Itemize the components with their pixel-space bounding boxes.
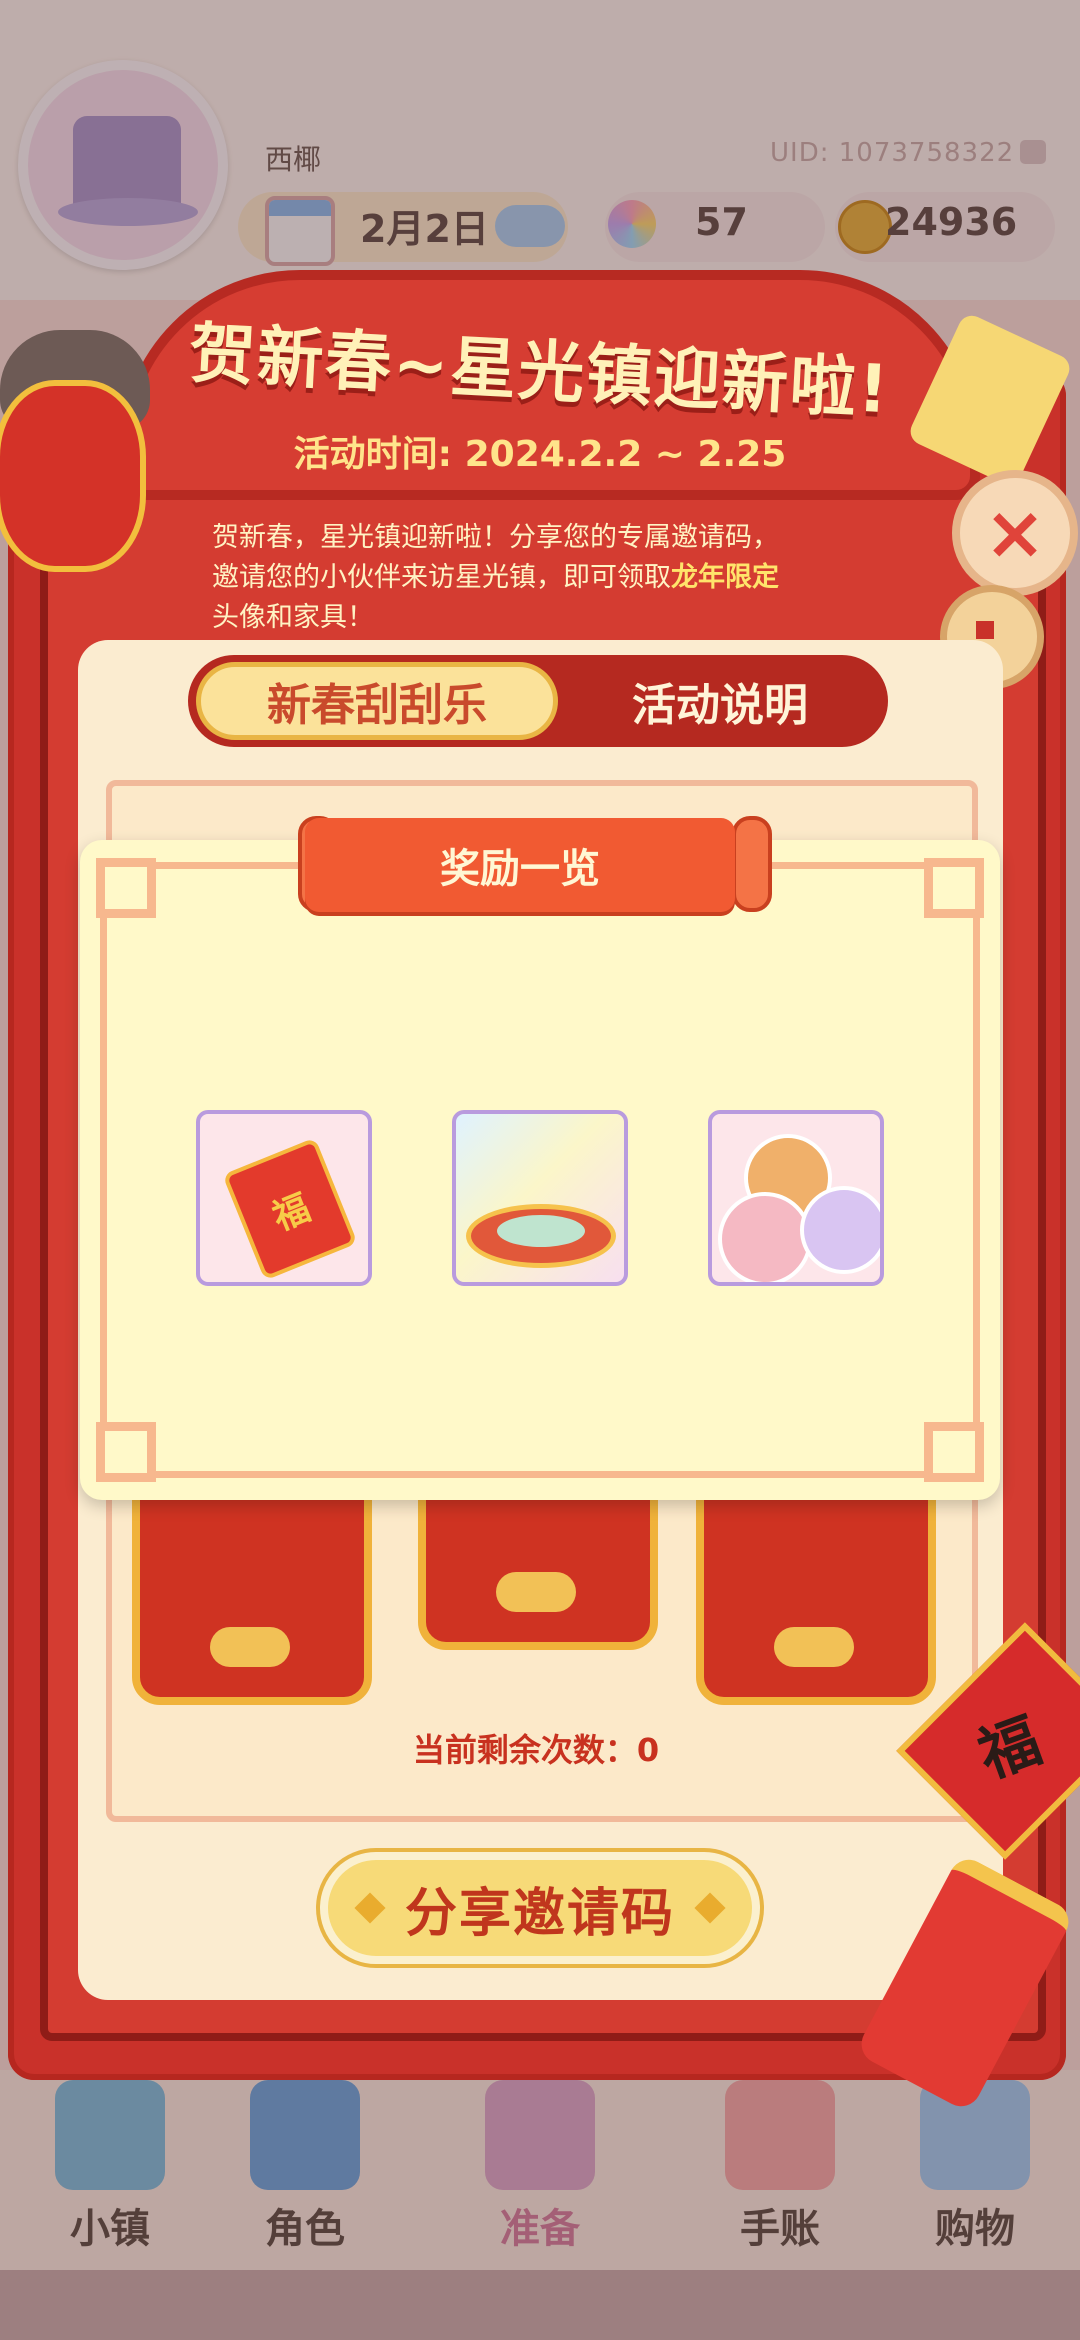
diamond-icon: [354, 1892, 386, 1924]
reward-item-avatars[interactable]: [708, 1110, 884, 1286]
event-time: 活动时间: 2024.2.2 ~ 2.25: [293, 434, 787, 475]
share-invite-code-button[interactable]: 分享邀请码: [320, 1852, 760, 1964]
bow-icon: [210, 1627, 290, 1667]
panda-avatar-icon: [718, 1192, 812, 1282]
intro-highlight: 龙年限定: [671, 562, 779, 593]
rewards-title: 奖励一览: [305, 818, 735, 912]
close-button[interactable]: ×: [952, 470, 1078, 596]
corner-ornament-icon: [96, 858, 156, 918]
red-envelope-char: 福: [267, 1187, 317, 1239]
reward-item-red-envelope[interactable]: 福: [196, 1110, 372, 1286]
character-avatar-icon: [800, 1186, 880, 1274]
share-button-label: 分享邀请码: [404, 1883, 675, 1944]
red-envelope-icon: 福: [222, 1137, 358, 1281]
tab-event-rules[interactable]: 活动说明: [560, 662, 880, 740]
intro-line-3: 头像和家具！: [212, 602, 374, 633]
intro-line-2: 邀请您的小伙伴来访星光镇，即可领取: [212, 562, 671, 593]
bow-icon: [774, 1627, 854, 1667]
corner-ornament-icon: [96, 1422, 156, 1482]
corner-ornament-icon: [924, 1422, 984, 1482]
ribbon-roll-icon: [732, 816, 772, 912]
close-icon: ×: [983, 490, 1046, 576]
intro-line-1: 贺新春，星光镇迎新啦！分享您的专属邀请码，: [212, 522, 779, 553]
plate-furniture-icon: [466, 1204, 616, 1268]
diamond-icon: [694, 1892, 726, 1924]
corner-ornament-icon: [924, 858, 984, 918]
remaining-count: 当前剩余次数：0: [412, 1731, 660, 1769]
tab-scratch-card[interactable]: 新春刮刮乐: [196, 662, 558, 740]
event-intro: 贺新春，星光镇迎新啦！分享您的专属邀请码， 邀请您的小伙伴来访星光镇，即可领取龙…: [212, 518, 892, 638]
lantern-icon: [0, 380, 146, 572]
bow-icon: [496, 1572, 576, 1612]
reward-item-plate[interactable]: [452, 1110, 628, 1286]
